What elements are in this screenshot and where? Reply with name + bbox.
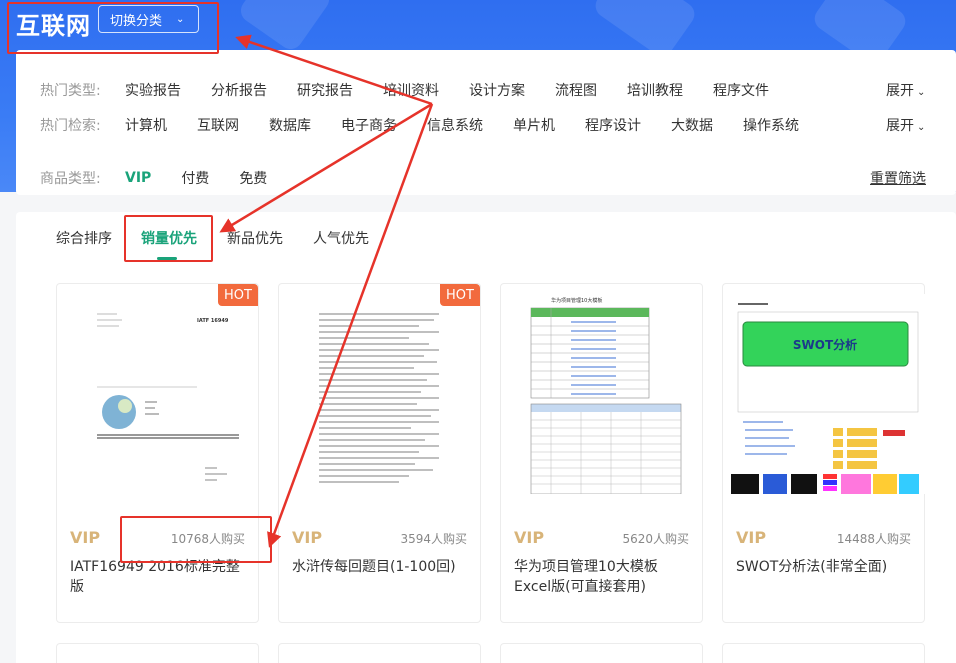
- expand-hot-types-button[interactable]: 展开 ⌄: [886, 80, 925, 100]
- filter-item[interactable]: 信息系统: [427, 115, 483, 135]
- svg-text:华为项目管理10大模板: 华为项目管理10大模板: [551, 297, 602, 304]
- vip-label: VIP: [292, 528, 323, 547]
- expand-label: 展开: [886, 118, 914, 134]
- document-preview-image: [299, 294, 461, 494]
- filter-label: 商品类型:: [40, 171, 101, 187]
- product-card[interactable]: 华为项目管理10大模板 VIP 5620人购买 华为项目管理10大模板Excel…: [500, 283, 703, 623]
- product-card[interactable]: SWOT分析 VIP 14488人购买 SWOT分析法(非常全面): [722, 283, 926, 623]
- active-tab-indicator: [157, 257, 177, 260]
- vip-label: VIP: [70, 528, 101, 547]
- document-preview-image: IATF 16949: [77, 294, 239, 494]
- chevron-down-icon: ⌄: [917, 122, 926, 133]
- document-thumbnail: IATF 16949: [77, 294, 239, 494]
- vip-label: VIP: [736, 528, 767, 547]
- filter-item[interactable]: 操作系统: [743, 115, 799, 135]
- product-title[interactable]: IATF16949 2016标准完整版: [70, 557, 250, 597]
- product-card[interactable]: [56, 643, 259, 663]
- reset-filters-link[interactable]: 重置筛选: [870, 168, 926, 188]
- tab-overall[interactable]: 综合排序: [56, 228, 112, 248]
- purchase-count: 10768人购买: [170, 532, 245, 546]
- chevron-down-icon: ⌄: [176, 13, 185, 25]
- vip-label: VIP: [514, 528, 545, 547]
- spreadsheet-preview-image: 华为项目管理10大模板: [521, 294, 683, 494]
- filter-row-hot-types: 热门类型: 实验报告 分析报告 研究报告 培训资料 设计方案 流程图 培训教程 …: [40, 80, 769, 100]
- swot-preview-image: SWOT分析: [723, 294, 926, 494]
- filter-item[interactable]: 培训教程: [627, 80, 683, 100]
- decor-shape: [236, 0, 334, 54]
- filter-item[interactable]: 培训资料: [383, 80, 439, 100]
- product-type-paid[interactable]: 付费: [181, 168, 209, 188]
- filter-item[interactable]: 单片机: [513, 115, 555, 135]
- expand-hot-search-button[interactable]: 展开 ⌄: [886, 115, 925, 135]
- filter-row-product-type: 商品类型: VIP 付费 免费: [40, 168, 267, 188]
- filter-item[interactable]: 设计方案: [469, 80, 525, 100]
- hot-badge: HOT: [440, 284, 480, 306]
- tab-newest[interactable]: 新品优先: [227, 228, 283, 248]
- product-card[interactable]: IATF 16949 HOT VIP 10768人购买 IATF16949 20…: [56, 283, 259, 623]
- tab-sales[interactable]: 销量优先: [141, 228, 197, 248]
- filter-item[interactable]: 研究报告: [297, 80, 353, 100]
- switch-category-button[interactable]: 切换分类 ⌄: [98, 5, 199, 33]
- product-title[interactable]: 水浒传每回题目(1-100回): [292, 557, 472, 577]
- purchase-count: 14488人购买: [836, 532, 911, 546]
- expand-label: 展开: [886, 83, 914, 99]
- svg-text:IATF 16949: IATF 16949: [197, 318, 229, 324]
- product-title[interactable]: 华为项目管理10大模板Excel版(可直接套用): [514, 557, 694, 597]
- document-thumbnail: 华为项目管理10大模板: [521, 294, 683, 494]
- product-title[interactable]: SWOT分析法(非常全面): [736, 557, 916, 577]
- filter-item[interactable]: 分析报告: [211, 80, 267, 100]
- document-thumbnail: [299, 294, 461, 494]
- hot-badge: HOT: [218, 284, 258, 306]
- product-card[interactable]: [278, 643, 481, 663]
- chevron-down-icon: ⌄: [917, 87, 926, 98]
- site-logo[interactable]: 互联网: [16, 6, 91, 41]
- filter-item[interactable]: 数据库: [269, 115, 311, 135]
- tab-popular[interactable]: 人气优先: [313, 228, 369, 248]
- product-type-free[interactable]: 免费: [239, 168, 267, 188]
- filter-item[interactable]: 程序设计: [585, 115, 641, 135]
- filter-item[interactable]: 互联网: [197, 115, 239, 135]
- filter-item[interactable]: 大数据: [671, 115, 713, 135]
- purchase-count: 5620人购买: [622, 532, 689, 546]
- filter-label: 热门类型:: [40, 83, 101, 99]
- switch-category-label: 切换分类: [110, 13, 163, 29]
- product-card[interactable]: [722, 643, 925, 663]
- filter-item[interactable]: 实验报告: [125, 80, 181, 100]
- filter-row-hot-search: 热门检索: 计算机 互联网 数据库 电子商务 信息系统 单片机 程序设计 大数据…: [40, 115, 799, 135]
- purchase-count: 3594人购买: [400, 532, 467, 546]
- product-card[interactable]: HOT VIP 3594人购买 水浒传每回题目(1-100回): [278, 283, 481, 623]
- product-type-vip[interactable]: VIP: [125, 170, 151, 186]
- svg-text:SWOT分析: SWOT分析: [793, 337, 857, 352]
- filter-item[interactable]: 计算机: [125, 115, 167, 135]
- document-thumbnail: SWOT分析: [723, 294, 926, 494]
- filter-item[interactable]: 电子商务: [341, 115, 397, 135]
- product-card[interactable]: [500, 643, 703, 663]
- filter-item[interactable]: 程序文件: [713, 80, 769, 100]
- filter-item[interactable]: 流程图: [555, 80, 597, 100]
- filter-label: 热门检索:: [40, 118, 101, 134]
